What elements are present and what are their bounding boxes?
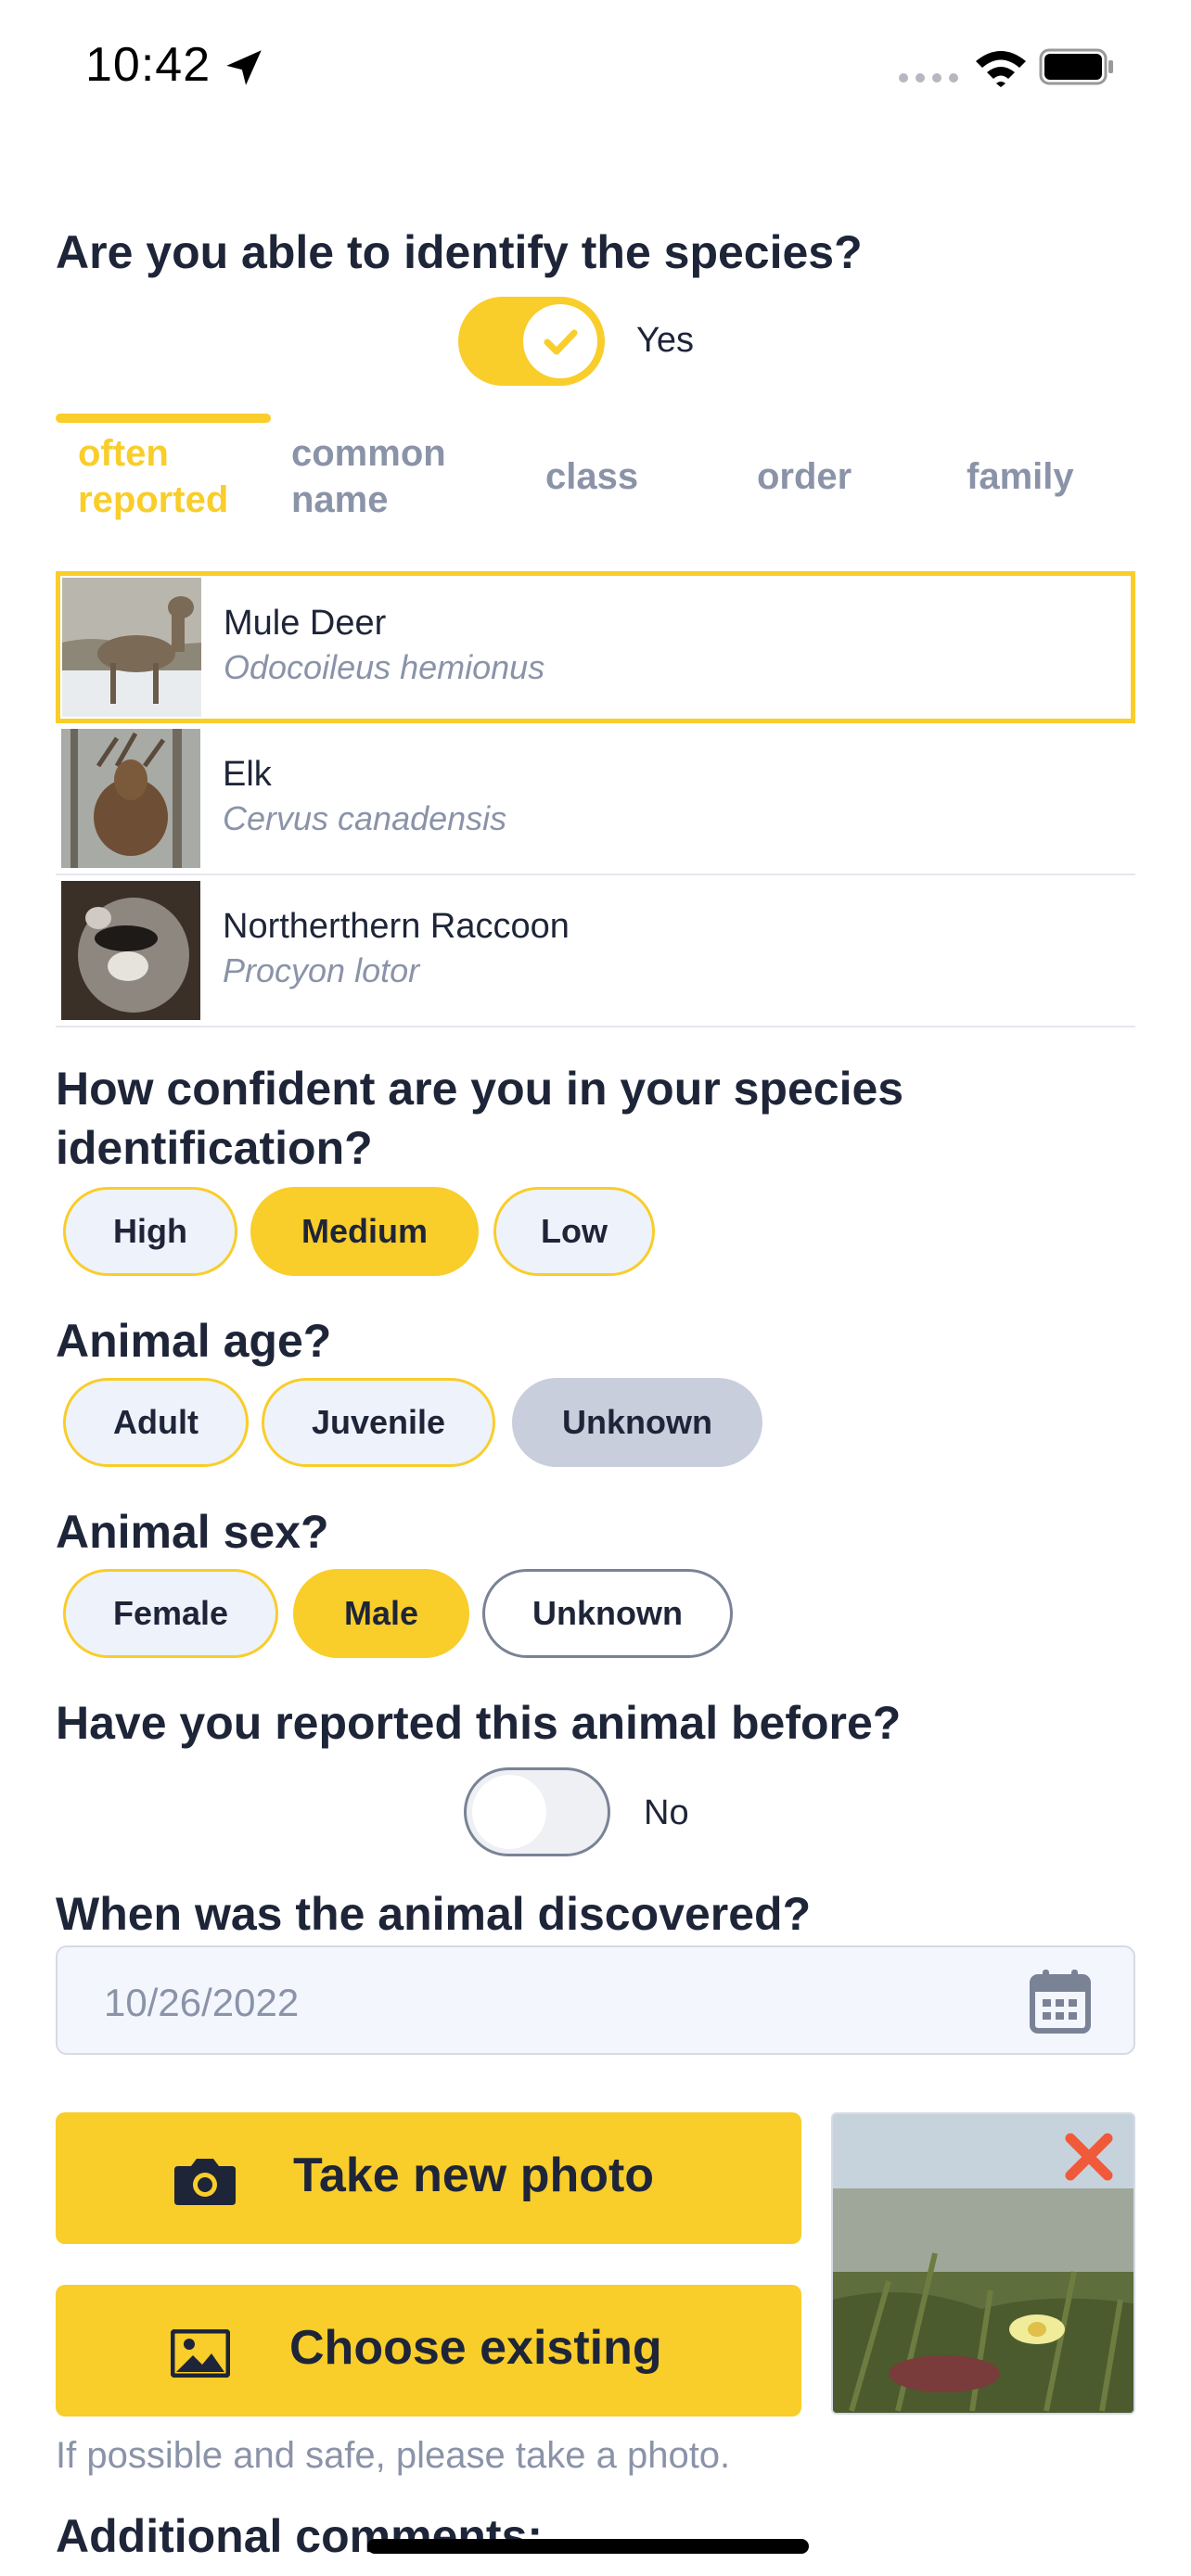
reported-before-toggle-label: No	[644, 1793, 689, 1832]
comments-label: Additional comments:	[56, 2510, 544, 2562]
image-icon	[171, 2329, 230, 2378]
sex-female-button[interactable]: Female	[63, 1569, 278, 1658]
toggle-knob	[472, 1775, 546, 1849]
calendar-icon[interactable]	[1030, 1968, 1091, 2034]
tab-class[interactable]: class	[545, 453, 638, 500]
choose-existing-button[interactable]: Choose existing	[56, 2285, 801, 2417]
confidence-question: How confident are you in your species id…	[56, 1063, 904, 1174]
camera-icon	[174, 2159, 236, 2205]
reported-before-question: Have you reported this animal before?	[56, 1697, 902, 1749]
discovered-question: When was the animal discovered?	[56, 1888, 812, 1940]
identify-toggle[interactable]	[458, 297, 605, 386]
toggle-knob	[523, 304, 597, 378]
species-thumbnail	[61, 729, 200, 868]
home-indicator	[367, 2539, 809, 2554]
species-scientific-name: Odocoileus hemionus	[224, 648, 545, 686]
wifi-icon	[976, 51, 1026, 87]
species-thumbnail	[61, 881, 200, 1020]
species-item-raccoon[interactable]: Northerthern Raccoon Procyon lotor	[56, 875, 1135, 1027]
status-time: 10:42	[85, 38, 211, 92]
choose-existing-label: Choose existing	[289, 2321, 662, 2375]
age-question: Animal age?	[56, 1315, 332, 1367]
battery-icon	[1039, 48, 1113, 85]
species-item-mule-deer[interactable]: Mule Deer Odocoileus hemionus	[56, 571, 1135, 723]
tab-order[interactable]: order	[757, 453, 852, 500]
species-common-name: Northerthern Raccoon	[223, 907, 570, 946]
species-scientific-name: Cervus canadensis	[223, 799, 507, 837]
confidence-medium-button[interactable]: Medium	[250, 1187, 479, 1276]
species-thumbnail	[62, 578, 201, 717]
active-tab-indicator	[56, 414, 271, 423]
age-juvenile-button[interactable]: Juvenile	[262, 1378, 495, 1467]
reported-before-toggle[interactable]	[464, 1767, 610, 1856]
sex-male-button[interactable]: Male	[293, 1569, 469, 1658]
species-item-elk[interactable]: Elk Cervus canadensis	[56, 723, 1135, 875]
confidence-high-button[interactable]: High	[63, 1187, 237, 1276]
species-scientific-name: Procyon lotor	[223, 951, 420, 989]
checkmark-icon	[544, 329, 578, 355]
identify-toggle-label: Yes	[636, 321, 694, 360]
location-arrow-icon	[226, 50, 262, 85]
species-common-name: Mule Deer	[224, 604, 387, 643]
sex-unknown-button[interactable]: Unknown	[482, 1569, 733, 1658]
age-adult-button[interactable]: Adult	[63, 1378, 249, 1467]
cellular-signal-icon	[899, 73, 958, 83]
date-value: 10/26/2022	[104, 1981, 300, 2024]
take-photo-label: Take new photo	[293, 2149, 655, 2202]
tab-common-name[interactable]: common name	[291, 430, 477, 523]
age-unknown-button[interactable]: Unknown	[512, 1378, 762, 1467]
confidence-low-button[interactable]: Low	[493, 1187, 655, 1276]
photo-hint: If possible and safe, please take a phot…	[56, 2435, 731, 2476]
close-icon[interactable]	[1063, 2131, 1115, 2183]
take-photo-button[interactable]: Take new photo	[56, 2112, 801, 2244]
tab-family[interactable]: family	[967, 453, 1074, 500]
sex-question: Animal sex?	[56, 1506, 329, 1558]
discovered-date-field[interactable]: 10/26/2022	[56, 1945, 1135, 2055]
identify-question: Are you able to identify the species?	[56, 226, 863, 278]
tab-often-reported[interactable]: often reported	[78, 430, 263, 523]
species-common-name: Elk	[223, 755, 272, 794]
